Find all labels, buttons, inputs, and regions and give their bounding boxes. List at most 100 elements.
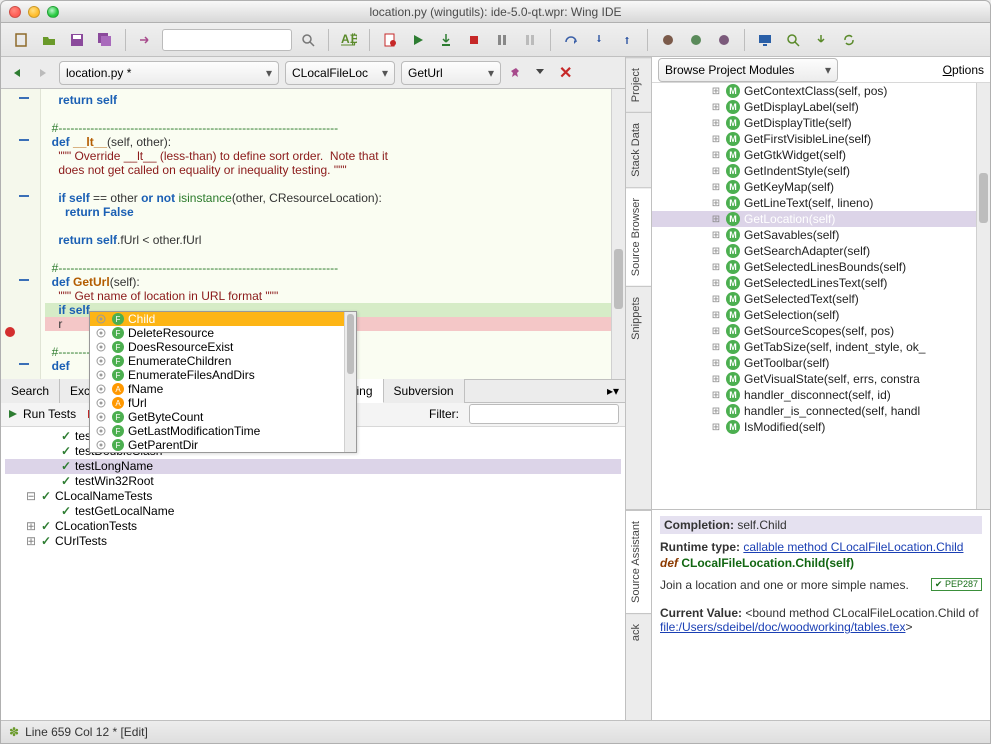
test-tree-item[interactable]: ✓testLongName: [5, 459, 621, 474]
browser-item[interactable]: ⊞MGetLineText(self, lineno): [652, 195, 976, 211]
browser-item[interactable]: ⊞MGetSelectedLinesText(self): [652, 275, 976, 291]
new-file-icon[interactable]: [9, 28, 33, 52]
expand-icon[interactable]: ⊞: [710, 406, 722, 417]
scope-selector[interactable]: CLocalFileLoc▾: [285, 61, 395, 85]
browser-item[interactable]: ⊞MGetFirstVisibleLine(self): [652, 131, 976, 147]
monitor-icon[interactable]: [753, 28, 777, 52]
bp-del-icon[interactable]: [712, 28, 736, 52]
step-in2-icon[interactable]: [587, 28, 611, 52]
browser-item[interactable]: ⊞MGetIndentStyle(self): [652, 163, 976, 179]
test-tree-item[interactable]: ⊟✓CLocalNameTests: [5, 489, 621, 504]
bp-toggle-icon[interactable]: [684, 28, 708, 52]
autocomplete-item[interactable]: FGetLastModificationTime: [90, 424, 356, 438]
editor-gutter[interactable]: [1, 89, 41, 379]
expand-icon[interactable]: ⊞: [710, 198, 722, 209]
vtab-source-browser[interactable]: Source Browser: [626, 187, 651, 286]
step-over-icon[interactable]: [559, 28, 583, 52]
vtab-stack-data[interactable]: Stack Data: [626, 112, 651, 187]
save-icon[interactable]: [65, 28, 89, 52]
browser-item[interactable]: ⊞MGetContextClass(self, pos): [652, 83, 976, 99]
code-editor[interactable]: return self #---------------------------…: [1, 89, 625, 379]
run-tests-button[interactable]: Run Tests: [7, 407, 76, 421]
autocomplete-popup[interactable]: FChildFDeleteResourceFDoesResourceExistF…: [89, 311, 357, 453]
autocomplete-item[interactable]: AfName: [90, 382, 356, 396]
browser-item[interactable]: ⊞MGetSearchAdapter(self): [652, 243, 976, 259]
browser-item[interactable]: ⊞MGetGtkWidget(self): [652, 147, 976, 163]
vtab-source-assistant[interactable]: Source Assistant: [626, 510, 651, 613]
autocomplete-item[interactable]: FDoesResourceExist: [90, 340, 356, 354]
expand-icon[interactable]: ⊞: [25, 519, 37, 533]
find-icon[interactable]: [781, 28, 805, 52]
browser-item[interactable]: ⊞MGetSelectedText(self): [652, 291, 976, 307]
bottom-tab-search[interactable]: Search: [1, 379, 60, 403]
bookmark-drop-icon[interactable]: [531, 64, 549, 82]
filter-input[interactable]: [469, 404, 619, 424]
autocomplete-item[interactable]: FDeleteResource: [90, 326, 356, 340]
browser-scrollbar[interactable]: [976, 83, 990, 509]
step-out-icon[interactable]: [615, 28, 639, 52]
browser-options-link[interactable]: Options: [943, 63, 984, 77]
file-selector[interactable]: location.py *▾: [59, 61, 279, 85]
browser-item[interactable]: ⊞MGetTabSize(self, indent_style, ok_: [652, 339, 976, 355]
nav-back-icon[interactable]: [7, 63, 27, 83]
autocomplete-item[interactable]: FEnumerateFilesAndDirs: [90, 368, 356, 382]
autocomplete-item[interactable]: FGetByteCount: [90, 410, 356, 424]
step-into-icon[interactable]: [434, 28, 458, 52]
close-window-button[interactable]: [9, 6, 21, 18]
bottom-tab-subversion[interactable]: Subversion: [384, 379, 465, 403]
expand-icon[interactable]: ⊞: [710, 358, 722, 369]
browser-item[interactable]: ⊞Mhandler_is_connected(self, handl: [652, 403, 976, 419]
browser-item[interactable]: ⊞MGetSelection(self): [652, 307, 976, 323]
expand-icon[interactable]: ⊟: [25, 489, 37, 503]
browser-item[interactable]: ⊞MIsModified(self): [652, 419, 976, 435]
expand-icon[interactable]: ⊞: [710, 294, 722, 305]
browser-item[interactable]: ⊞Mhandler_disconnect(self, id): [652, 387, 976, 403]
expand-icon[interactable]: ⊞: [710, 422, 722, 433]
test-tree-item[interactable]: ⊞✓CLocationTests: [5, 519, 621, 534]
expand-icon[interactable]: ⊞: [710, 374, 722, 385]
browser-item[interactable]: ⊞MGetLocation(self): [652, 211, 976, 227]
expand-icon[interactable]: ⊞: [710, 214, 722, 225]
test-tree-item[interactable]: ⊞✓CUrlTests: [5, 534, 621, 549]
nav-forward-icon[interactable]: [33, 63, 53, 83]
expand-icon[interactable]: ⊞: [710, 102, 722, 113]
autocomplete-item[interactable]: FEnumerateChildren: [90, 354, 356, 368]
expand-icon[interactable]: ⊞: [710, 118, 722, 129]
vtab-ack[interactable]: ack: [626, 613, 651, 651]
editor-scrollbar[interactable]: [611, 89, 625, 379]
save-all-icon[interactable]: [93, 28, 117, 52]
pause2-icon[interactable]: [518, 28, 542, 52]
expand-icon[interactable]: ⊞: [710, 134, 722, 145]
minimize-window-button[interactable]: [28, 6, 40, 18]
vtab-project[interactable]: Project: [626, 57, 651, 112]
autocomplete-item[interactable]: AfUrl: [90, 396, 356, 410]
expand-icon[interactable]: ⊞: [710, 278, 722, 289]
download-icon[interactable]: [809, 28, 833, 52]
browser-item[interactable]: ⊞MGetToolbar(self): [652, 355, 976, 371]
tabs-overflow-icon[interactable]: ▸▾: [607, 384, 619, 398]
stop-icon[interactable]: [462, 28, 486, 52]
expand-icon[interactable]: ⊞: [710, 150, 722, 161]
browse-mode-selector[interactable]: Browse Project Modules▾: [658, 58, 838, 82]
runtime-type-link[interactable]: callable method CLocalFileLocation.Child: [743, 540, 963, 554]
goto-icon[interactable]: [134, 28, 158, 52]
test-tree[interactable]: ✓testDotParts✓testDoubleSlash✓testLongNa…: [1, 427, 625, 721]
current-value-link[interactable]: file:/Users/sdeibel/doc/woodworking/tabl…: [660, 620, 905, 634]
close-file-icon[interactable]: ✕: [559, 63, 572, 83]
test-tree-item[interactable]: ✓testGetLocalName: [5, 504, 621, 519]
reformat-icon[interactable]: A₿: [337, 28, 361, 52]
pause-icon[interactable]: [490, 28, 514, 52]
expand-icon[interactable]: ⊞: [710, 342, 722, 353]
symbol-selector[interactable]: GetUrl▾: [401, 61, 501, 85]
browser-item[interactable]: ⊞MGetDisplayLabel(self): [652, 99, 976, 115]
browser-item[interactable]: ⊞MGetSourceScopes(self, pos): [652, 323, 976, 339]
bp-add-icon[interactable]: [656, 28, 680, 52]
browser-item[interactable]: ⊞MGetDisplayTitle(self): [652, 115, 976, 131]
open-file-icon[interactable]: [37, 28, 61, 52]
zoom-window-button[interactable]: [47, 6, 59, 18]
pin-icon[interactable]: [507, 64, 525, 82]
search-icon[interactable]: [296, 28, 320, 52]
debug-file-icon[interactable]: [378, 28, 402, 52]
expand-icon[interactable]: ⊞: [710, 326, 722, 337]
expand-icon[interactable]: ⊞: [710, 86, 722, 97]
